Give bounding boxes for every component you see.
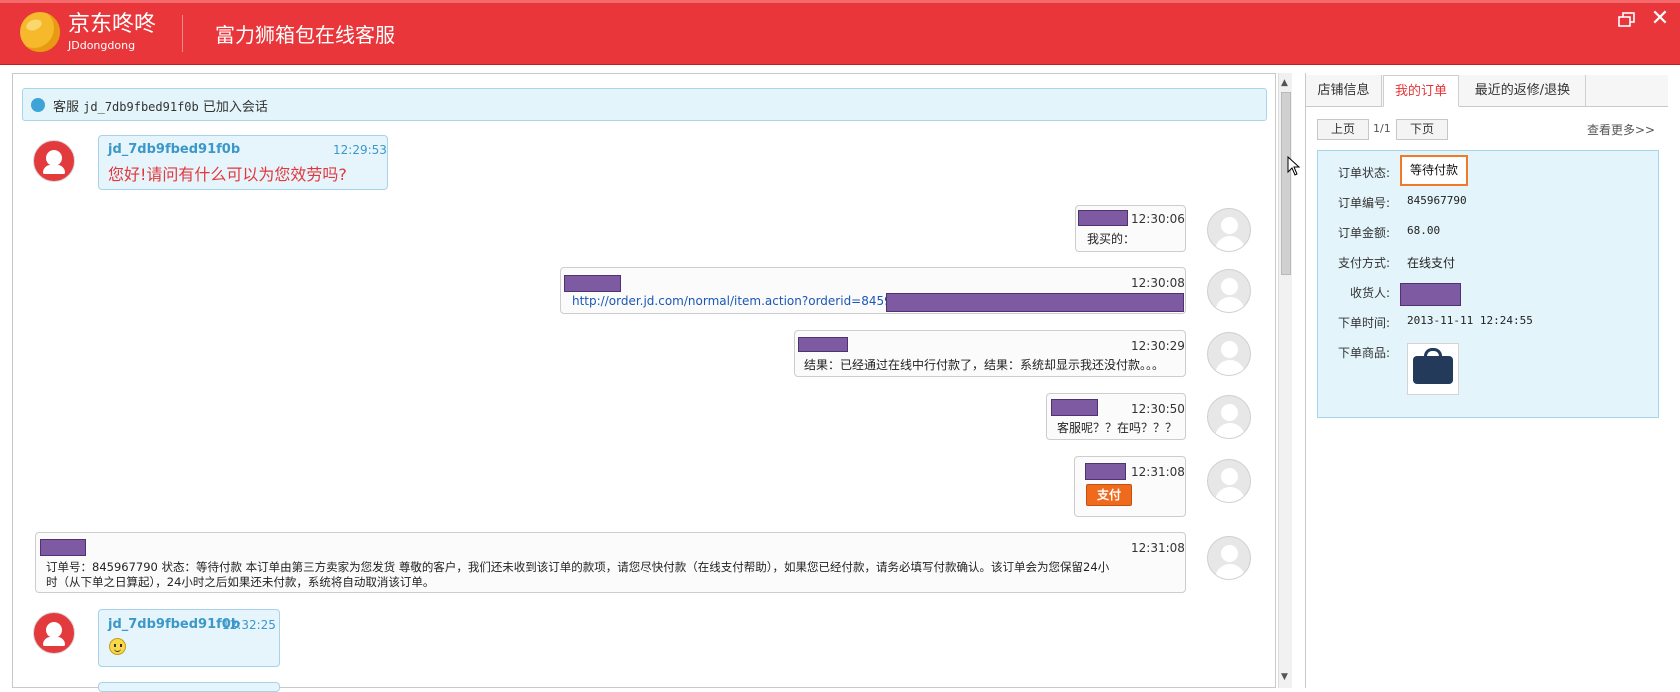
user-avatar[interactable] xyxy=(1207,269,1251,313)
jd-dongdong-logo-icon xyxy=(20,12,60,52)
tab-recent-returns[interactable]: 最近的返修/退换 xyxy=(1460,75,1586,107)
scroll-down-arrow-icon[interactable]: ▼ xyxy=(1281,672,1288,682)
next-page-button[interactable]: 下页 xyxy=(1396,119,1448,140)
order-product-label: 下单商品: xyxy=(1338,346,1391,360)
message-text-line: 订单号：845967790 状态：等待付款 本订单由第三方卖家为您发货 尊敬的客… xyxy=(46,560,1110,574)
message-text: 我买的： xyxy=(1087,232,1136,246)
sender-name[interactable]: jd_7db9fbed91f0b xyxy=(108,142,240,157)
message-text: 结果：已经通过在线中行付款了，结果：系统却显示我还没付款。。。 xyxy=(804,358,1165,372)
order-status-label: 订单状态: xyxy=(1338,166,1391,180)
page-indicator: 1/1 xyxy=(1373,122,1391,135)
sender-name[interactable]: jd_7db9fbed91f0b xyxy=(108,617,240,632)
message-time: 12:30:29 xyxy=(1131,339,1185,353)
message-time: 12:32:25 xyxy=(222,618,276,632)
message-time: 12:29:53 xyxy=(333,143,387,157)
payment-method-value: 在线支付 xyxy=(1407,256,1456,270)
logo-name: 京东咚咚 xyxy=(68,12,157,37)
order-status-value: 等待付款 xyxy=(1400,155,1468,186)
redacted-username xyxy=(1078,210,1128,226)
notice-agent-id: jd_7db9fbed91f0b xyxy=(83,100,199,114)
tab-my-orders[interactable]: 我的订单 xyxy=(1383,75,1459,107)
speaker-icon xyxy=(31,98,45,112)
redacted-username xyxy=(798,337,848,352)
order-time-label: 下单时间: xyxy=(1338,316,1391,330)
redacted-username xyxy=(1051,399,1098,416)
close-window-icon[interactable]: ✕ xyxy=(1649,8,1671,30)
briefcase-image-icon xyxy=(1413,356,1453,384)
pay-button[interactable]: 支付 xyxy=(1086,484,1132,506)
message-time: 12:30:50 xyxy=(1131,402,1185,416)
user-avatar[interactable] xyxy=(1207,208,1251,252)
restore-window-icon[interactable] xyxy=(1618,12,1636,28)
message-text: 客服呢？？在吗？？？ xyxy=(1057,421,1178,435)
title-divider xyxy=(182,15,183,52)
smile-emoji-icon xyxy=(109,638,126,655)
cs-avatar[interactable] xyxy=(33,612,75,654)
redacted-receiver xyxy=(1400,283,1461,306)
cs-avatar[interactable] xyxy=(33,140,75,182)
scroll-up-arrow-icon[interactable]: ▲ xyxy=(1281,78,1288,88)
logo-subtitle: JDdongdong xyxy=(68,39,136,52)
message-time: 12:31:08 xyxy=(1131,541,1185,555)
order-number-value: 845967790 xyxy=(1407,194,1467,207)
mouse-cursor-icon xyxy=(1287,155,1301,176)
redacted-username xyxy=(40,539,86,556)
user-avatar[interactable] xyxy=(1207,536,1251,580)
user-avatar[interactable] xyxy=(1207,459,1251,503)
user-avatar[interactable] xyxy=(1207,332,1251,376)
message-time: 12:30:08 xyxy=(1131,276,1185,290)
receiver-label: 收货人: xyxy=(1350,286,1391,300)
redacted-username xyxy=(1085,463,1126,480)
payment-method-label: 支付方式: xyxy=(1338,256,1391,270)
order-amount-label: 订单金额: xyxy=(1338,226,1391,240)
window-title: 富力狮箱包在线客服 xyxy=(215,23,395,47)
redacted-username xyxy=(564,275,621,292)
order-number-label: 订单编号: xyxy=(1338,196,1391,210)
redacted-link-tail xyxy=(886,293,1184,312)
message-text: 您好!请问有什么可以为您效劳吗? xyxy=(108,165,347,184)
view-more-link[interactable]: 查看更多>> xyxy=(1587,121,1655,138)
notice-prefix: 客服 xyxy=(53,100,80,115)
notice-text: 客服 jd_7db9fbed91f0b 已加入会话 xyxy=(53,96,268,115)
message-bubble-partial xyxy=(98,682,280,692)
message-text-line: 时（从下单之日算起），24小时之后如果还未付款，系统将自动取消该订单。 xyxy=(46,575,435,589)
session-join-notice: 客服 jd_7db9fbed91f0b 已加入会话 xyxy=(22,88,1267,121)
prev-page-button[interactable]: 上页 xyxy=(1317,119,1369,140)
order-amount-value: 68.00 xyxy=(1407,224,1441,237)
order-link[interactable]: http://order.jd.com/normal/item.action?o… xyxy=(572,294,938,308)
order-time-value: 2013-11-11 12:24:55 xyxy=(1407,314,1533,327)
message-time: 12:30:06 xyxy=(1131,212,1185,226)
notice-suffix: 已加入会话 xyxy=(202,100,268,115)
message-time: 12:31:08 xyxy=(1131,465,1185,479)
tab-shop-info[interactable]: 店铺信息 xyxy=(1306,75,1382,107)
scrollbar-thumb[interactable] xyxy=(1281,92,1291,275)
user-avatar[interactable] xyxy=(1207,395,1251,439)
